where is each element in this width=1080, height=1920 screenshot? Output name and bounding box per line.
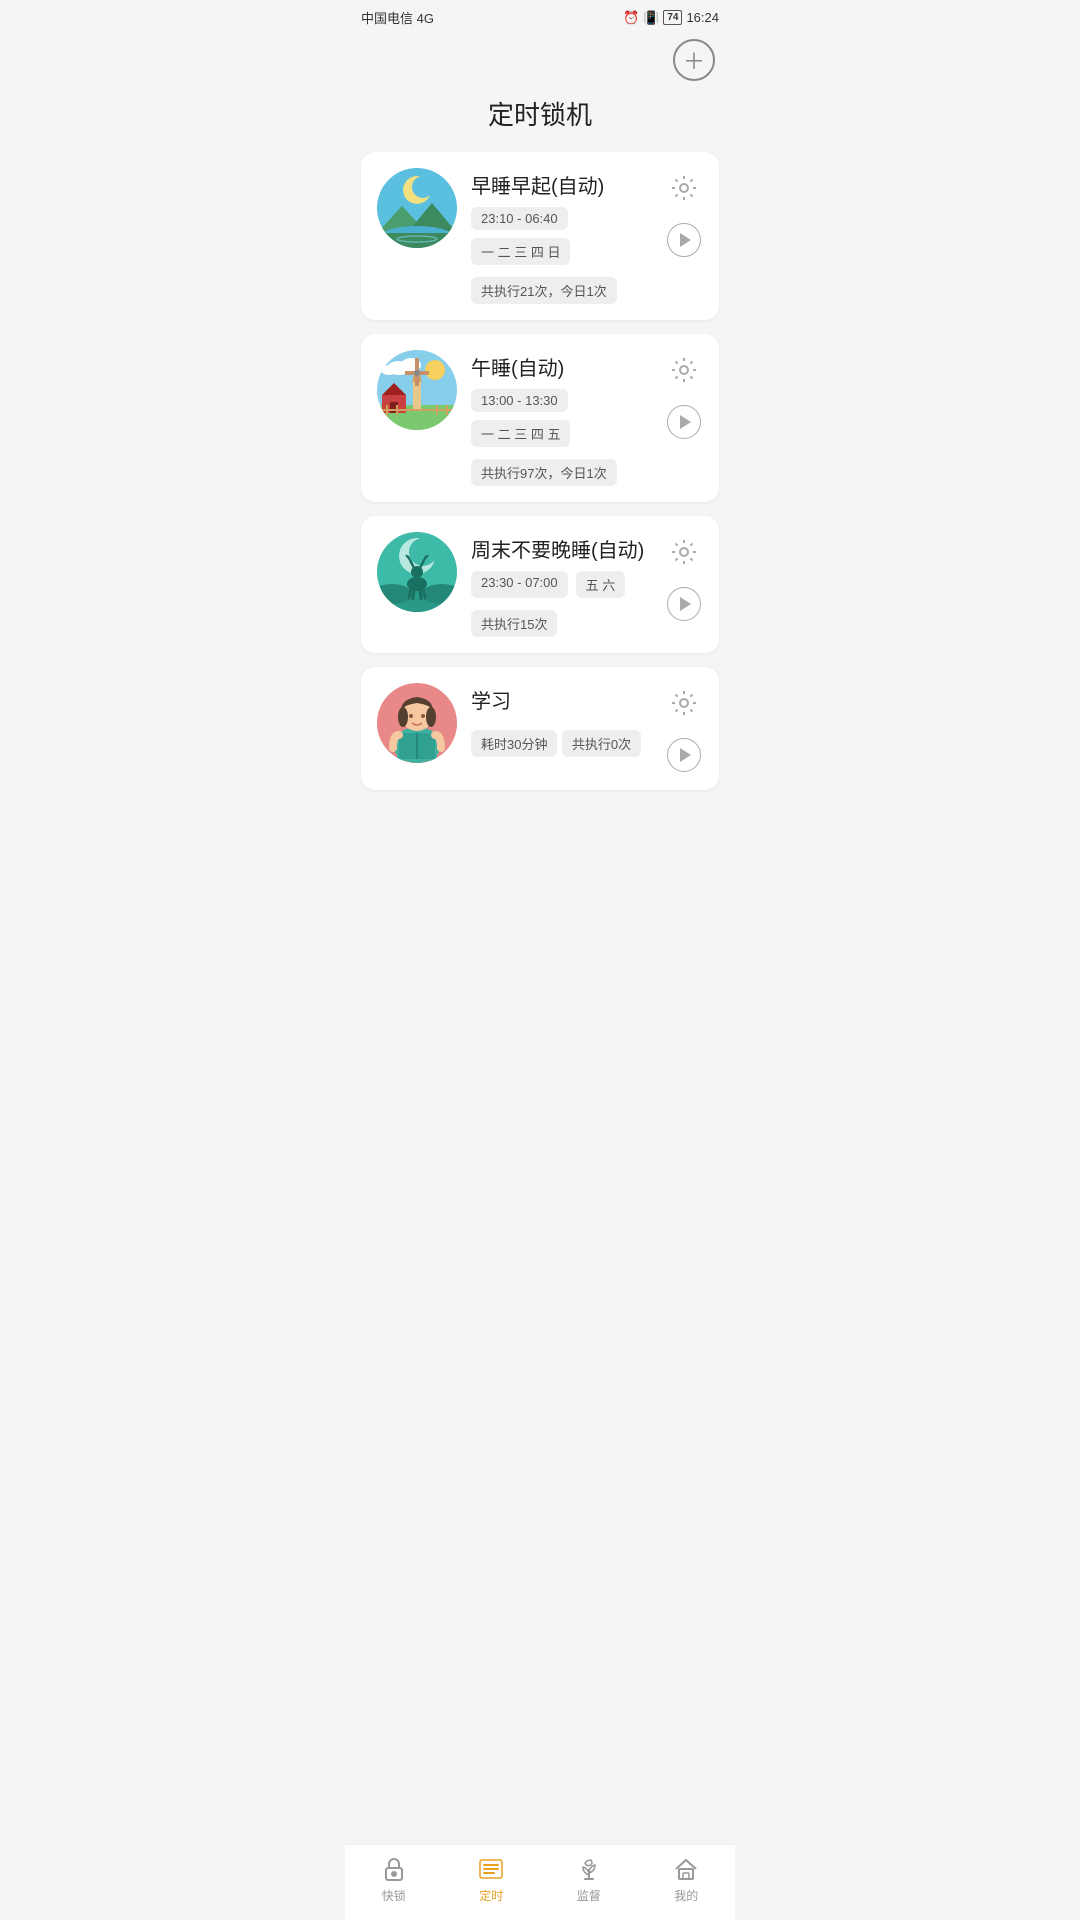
- card-early-sleep-content: 早睡早起(自动) 23:10 - 06:40 一 二 三 四 日 共执行21次，…: [471, 168, 651, 304]
- stat-tag: 共执行21次，今日1次: [471, 277, 617, 304]
- card-study: 学习 耗时30分钟 共执行0次: [361, 667, 719, 790]
- days-tag-nap: 一 二 三 四 五: [471, 420, 570, 447]
- settings-button-study[interactable]: [668, 687, 700, 722]
- header: ＋: [345, 31, 735, 85]
- farm-illustration: [377, 350, 457, 430]
- time-range-tag-weekend: 23:30 - 07:00: [471, 571, 568, 598]
- card-early-sleep-title: 早睡早起(自动): [471, 170, 651, 199]
- settings-button-nap[interactable]: [668, 354, 700, 389]
- duration-tag-study: 耗时30分钟: [471, 730, 557, 757]
- home-person-icon: [672, 1855, 700, 1883]
- play-circle-nap: [667, 405, 701, 439]
- gear-icon-study: [670, 689, 698, 717]
- deer-illustration: [377, 532, 457, 612]
- gear-icon-weekend: [670, 538, 698, 566]
- time-range-tag: 23:10 - 06:40: [471, 207, 568, 230]
- card-nap: 午睡(自动) 13:00 - 13:30 一 二 三 四 五 共执行97次，今日…: [361, 334, 719, 502]
- nav-item-mine[interactable]: 我的: [672, 1855, 700, 1904]
- status-right: ⏰ 📳 74 16:24: [623, 10, 719, 26]
- play-triangle-icon-nap: [680, 415, 691, 429]
- card-weekend-content: 周末不要晚睡(自动) 23:30 - 07:00 五 六 共执行15次: [471, 532, 651, 637]
- card-nap-actions: [665, 350, 703, 441]
- play-button-weekend[interactable]: [665, 585, 703, 623]
- card-weekend-actions: [665, 532, 703, 623]
- avatar-study: [377, 683, 457, 763]
- vibrate-icon: 📳: [643, 10, 659, 26]
- card-weekend-tags: 23:30 - 07:00 五 六: [471, 571, 651, 598]
- lock-icon: [380, 1855, 408, 1883]
- play-button-early-sleep[interactable]: [665, 221, 703, 259]
- page-title: 定时锁机: [345, 85, 735, 152]
- gear-icon-nap: [670, 356, 698, 384]
- nav-label-quicklock: 快锁: [382, 1887, 406, 1904]
- avatar-nap: [377, 350, 457, 430]
- play-circle: [667, 223, 701, 257]
- alarm-icon: ⏰: [623, 10, 639, 26]
- card-nap-title: 午睡(自动): [471, 352, 651, 381]
- timer-list-icon: [477, 1855, 505, 1883]
- play-triangle-icon-weekend: [680, 597, 691, 611]
- nav-label-monitor: 监督: [577, 1887, 601, 1904]
- play-triangle-icon-study: [680, 748, 691, 762]
- bottom-nav: 快锁 定时 监督 我的: [345, 1844, 735, 1920]
- carrier-signal: 中国电信 4G: [361, 8, 434, 27]
- nav-label-timer: 定时: [479, 1887, 503, 1904]
- card-early-sleep-tags: 23:10 - 06:40 一 二 三 四 日: [471, 207, 651, 265]
- card-weekend: 周末不要晚睡(自动) 23:30 - 07:00 五 六 共执行15次: [361, 516, 719, 653]
- card-study-title: 学习: [471, 685, 651, 714]
- nav-item-monitor[interactable]: 监督: [575, 1855, 603, 1904]
- status-bar: 中国电信 4G ⏰ 📳 74 16:24: [345, 0, 735, 31]
- moon-lake-illustration: [377, 168, 457, 248]
- settings-button-weekend[interactable]: [668, 536, 700, 571]
- card-study-content: 学习 耗时30分钟 共执行0次: [471, 683, 651, 757]
- settings-button-early-sleep[interactable]: [668, 172, 700, 207]
- play-button-study[interactable]: [665, 736, 703, 774]
- days-tag: 一 二 三 四 日: [471, 238, 570, 265]
- card-nap-tags: 13:00 - 13:30 一 二 三 四 五: [471, 389, 651, 447]
- avatar-weekend: [377, 532, 457, 612]
- days-tag-weekend: 五 六: [576, 571, 626, 598]
- card-early-sleep-actions: [665, 168, 703, 259]
- plus-icon: ＋: [683, 44, 705, 76]
- play-circle-weekend: [667, 587, 701, 621]
- time-range-tag-nap: 13:00 - 13:30: [471, 389, 568, 412]
- card-study-actions: [665, 683, 703, 774]
- card-early-sleep: 早睡早起(自动) 23:10 - 06:40 一 二 三 四 日 共执行21次，…: [361, 152, 719, 320]
- card-weekend-title: 周末不要晚睡(自动): [471, 534, 651, 563]
- play-button-nap[interactable]: [665, 403, 703, 441]
- plant-icon: [575, 1855, 603, 1883]
- gear-icon: [670, 174, 698, 202]
- play-triangle-icon: [680, 233, 691, 247]
- nav-label-mine: 我的: [674, 1887, 698, 1904]
- time-display: 16:24: [686, 10, 719, 25]
- add-button[interactable]: ＋: [673, 39, 715, 81]
- nav-item-timer[interactable]: 定时: [477, 1855, 505, 1904]
- reading-illustration: [377, 683, 457, 763]
- stat-tag-weekend: 共执行15次: [471, 610, 557, 637]
- stat-tag-study: 共执行0次: [562, 730, 641, 757]
- cards-container: 早睡早起(自动) 23:10 - 06:40 一 二 三 四 日 共执行21次，…: [345, 152, 735, 790]
- battery-indicator: 74: [663, 10, 682, 25]
- card-nap-content: 午睡(自动) 13:00 - 13:30 一 二 三 四 五 共执行97次，今日…: [471, 350, 651, 486]
- stat-tag-nap: 共执行97次，今日1次: [471, 459, 617, 486]
- play-circle-study: [667, 738, 701, 772]
- nav-item-quicklock[interactable]: 快锁: [380, 1855, 408, 1904]
- avatar-early-sleep: [377, 168, 457, 248]
